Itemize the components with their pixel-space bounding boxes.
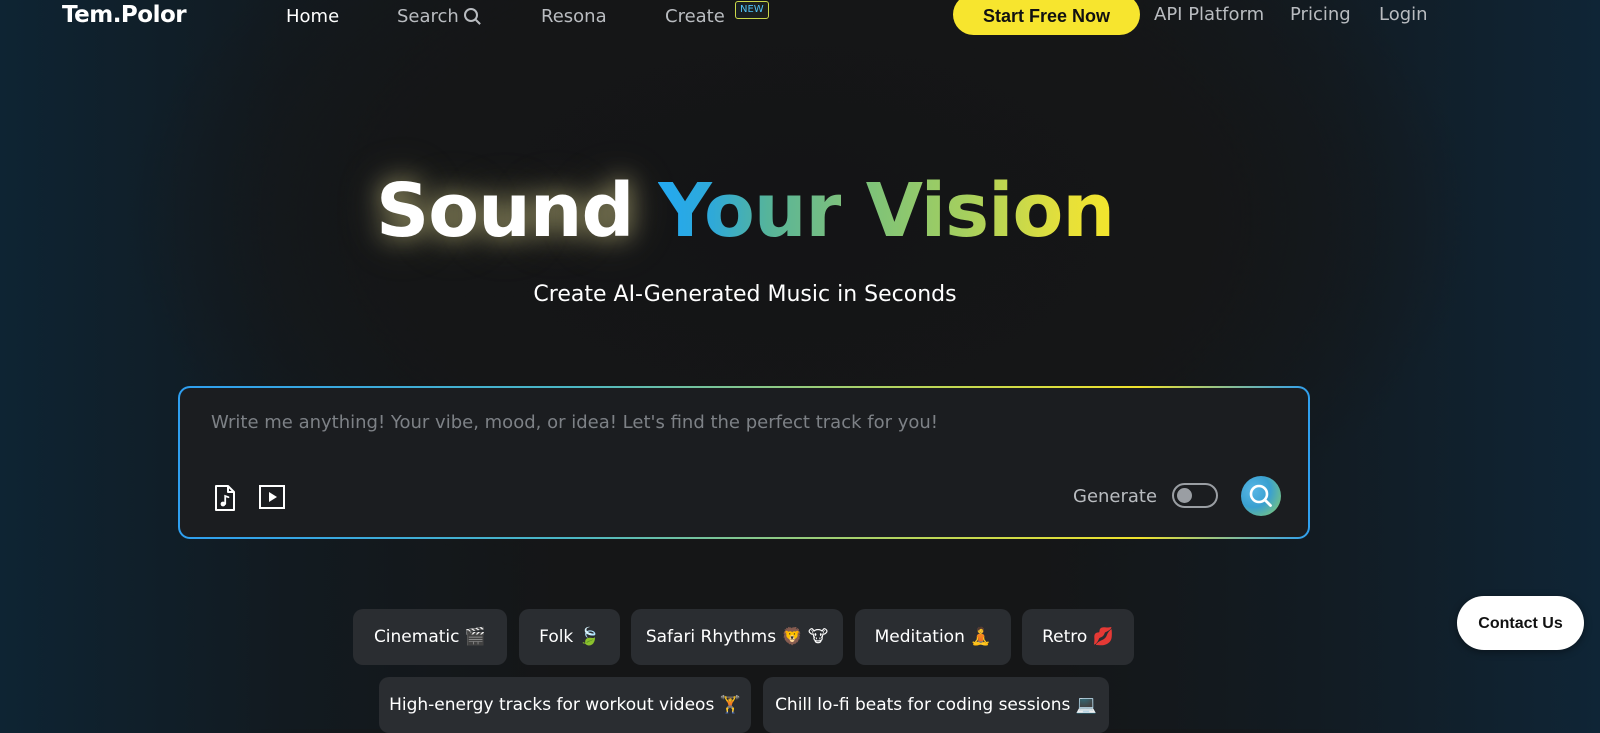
suggestion-chip-retro[interactable]: Retro 💋 [1022,609,1134,665]
suggestion-chip-meditation[interactable]: Meditation 🧘 [855,609,1011,665]
hero-subtitle: Create AI-Generated Music in Seconds [533,282,957,307]
nav-search-link[interactable]: Search [397,6,478,27]
music-file-icon[interactable] [212,484,238,516]
video-play-icon[interactable] [258,484,286,514]
nav-create-link[interactable]: Create [665,6,725,27]
top-nav-bar: Tem.Polor Home Search Resona Create NEW … [0,0,1600,35]
nav-resona-link[interactable]: Resona [541,6,607,27]
generate-label: Generate [1073,486,1158,507]
suggestion-chip-cinematic[interactable]: Cinematic 🎬 [353,609,507,665]
suggestion-chip-lofi-coding[interactable]: Chill lo-fi beats for coding sessions 💻 [763,677,1109,733]
nav-search-label: Search [397,6,459,27]
hero-title-word-your: Your [658,168,842,254]
pricing-link[interactable]: Pricing [1290,4,1351,25]
hero-title: Sound Your Vision [0,168,1490,254]
hero-title-word-sound: Sound [375,168,634,254]
login-link[interactable]: Login [1379,4,1428,25]
nav-home-link[interactable]: Home [286,6,339,27]
new-badge: NEW [735,1,769,19]
search-icon [463,8,478,22]
suggestion-chip-workout[interactable]: High-energy tracks for workout videos 🏋 [379,677,751,733]
suggestion-chip-safari-rhythms[interactable]: Safari Rhythms 🦁 🐮 [631,609,843,665]
hero-title-word-vision: Vision [865,168,1115,254]
api-platform-link[interactable]: API Platform [1154,4,1264,25]
search-submit-button[interactable] [1241,476,1281,516]
site-logo[interactable]: Tem.Polor [62,2,187,28]
toggle-knob [1177,488,1192,503]
generate-toggle[interactable] [1172,483,1218,508]
prompt-input[interactable] [211,412,1271,433]
suggestion-chip-folk[interactable]: Folk 🍃 [519,609,620,665]
prompt-box: Generate [178,386,1310,539]
search-icon [1249,484,1272,507]
contact-us-button[interactable]: Contact Us [1457,596,1584,650]
start-free-button[interactable]: Start Free Now [953,0,1140,35]
